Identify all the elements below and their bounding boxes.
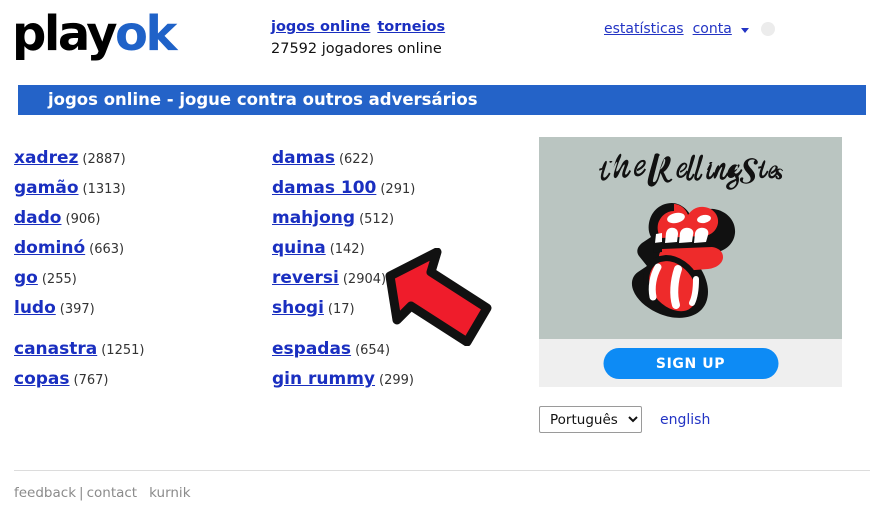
game-link-go[interactable]: go xyxy=(14,268,38,288)
game-link-canastra[interactable]: canastra xyxy=(14,339,97,359)
playok-logo[interactable]: playok xyxy=(12,10,177,58)
game-player-count: (512) xyxy=(359,212,395,227)
game-player-count: (2887) xyxy=(82,152,126,167)
game-list-column-1: xadrez (2887) gamão (1313) dado (906) domin… xyxy=(14,143,144,394)
game-player-count: (397) xyxy=(59,302,95,317)
footer-link-kurnik[interactable]: kurnik xyxy=(149,485,190,501)
game-player-count: (663) xyxy=(89,242,125,257)
logo-text-ok: ok xyxy=(115,6,177,62)
game-player-count: (654) xyxy=(355,343,391,358)
game-list-item[interactable]: quina (142) xyxy=(272,233,415,263)
nav-link-estatisticas[interactable]: estatísticas xyxy=(604,21,684,37)
game-list-item[interactable]: ludo (397) xyxy=(14,293,144,323)
players-online-count: 27592 jogadores online xyxy=(271,41,442,57)
avatar[interactable] xyxy=(760,22,775,36)
game-list-item[interactable]: mahjong (512) xyxy=(272,203,415,233)
game-link-domino[interactable]: dominó xyxy=(14,238,85,258)
ad-image xyxy=(539,137,842,339)
game-player-count: (1251) xyxy=(101,343,145,358)
game-list-item[interactable]: copas (767) xyxy=(14,364,144,394)
game-list-item[interactable]: canastra (1251) xyxy=(14,334,144,364)
rolling-stones-wordmark-icon xyxy=(598,153,783,190)
game-list-column-2: damas (622) damas 100 (291) mahjong (512) q… xyxy=(272,143,415,394)
game-player-count: (622) xyxy=(338,152,374,167)
account-nav: estatísticas conta xyxy=(604,21,775,37)
game-link-gamao[interactable]: gamão xyxy=(14,178,79,198)
footer-link-feedback[interactable]: feedback xyxy=(14,485,76,501)
nav-link-conta[interactable]: conta xyxy=(693,21,732,37)
game-list-item[interactable]: gamão (1313) xyxy=(14,173,144,203)
game-link-reversi[interactable]: reversi xyxy=(272,268,339,288)
nav-link-torneios[interactable]: torneios xyxy=(377,19,445,35)
game-player-count: (17) xyxy=(327,302,355,317)
game-list-item[interactable]: dominó (663) xyxy=(14,233,144,263)
game-link-damas[interactable]: damas xyxy=(272,148,335,168)
game-link-damas-100[interactable]: damas 100 xyxy=(272,178,376,198)
game-link-xadrez[interactable]: xadrez xyxy=(14,148,78,168)
footer-divider xyxy=(14,470,870,471)
game-player-count: (255) xyxy=(41,272,77,287)
game-link-gin-rummy[interactable]: gin rummy xyxy=(272,369,375,389)
game-list-item[interactable]: reversi (2904) xyxy=(272,263,415,293)
game-list-item[interactable]: gin rummy (299) xyxy=(272,364,415,394)
logo-text-play: play xyxy=(12,6,118,62)
game-player-count: (299) xyxy=(379,373,414,388)
game-link-copas[interactable]: copas xyxy=(14,369,70,389)
nav-link-jogos-online[interactable]: jogos online xyxy=(271,19,370,35)
game-player-count: (2904) xyxy=(342,272,387,287)
game-link-dado[interactable]: dado xyxy=(14,208,62,228)
language-selector-row: Português english xyxy=(539,406,710,433)
game-list-item[interactable]: go (255) xyxy=(14,263,144,293)
game-list-item[interactable]: shogi (17) xyxy=(272,293,415,323)
game-link-ludo[interactable]: ludo xyxy=(14,298,56,318)
game-list-item[interactable]: espadas (654) xyxy=(272,334,415,364)
game-link-shogi[interactable]: shogi xyxy=(272,298,324,318)
game-list-item[interactable]: damas (622) xyxy=(272,143,415,173)
language-select[interactable]: Português xyxy=(539,406,642,433)
page-header: playok jogos online torneios 27592 jogado… xyxy=(0,0,884,78)
footer-separator: | xyxy=(79,485,84,501)
rolling-stones-tongue-icon xyxy=(631,203,735,318)
game-player-count: (906) xyxy=(65,212,101,227)
game-player-count: (291) xyxy=(380,182,416,197)
game-list-item[interactable]: dado (906) xyxy=(14,203,144,233)
footer: feedback | contact kurnik xyxy=(14,485,191,501)
header-nav: jogos online torneios xyxy=(271,19,452,35)
game-list-item[interactable]: damas 100 (291) xyxy=(272,173,415,203)
chevron-down-icon[interactable] xyxy=(740,27,749,33)
game-link-quina[interactable]: quina xyxy=(272,238,326,258)
game-player-count: (142) xyxy=(329,242,365,257)
game-link-espadas[interactable]: espadas xyxy=(272,339,351,359)
footer-link-contact[interactable]: contact xyxy=(87,485,138,501)
advertisement-panel[interactable]: SIGN UP xyxy=(539,137,842,387)
game-player-count: (767) xyxy=(73,373,109,388)
language-link-english[interactable]: english xyxy=(660,412,710,428)
game-list-item[interactable]: xadrez (2887) xyxy=(14,143,144,173)
game-player-count: (1313) xyxy=(82,182,126,197)
signup-button[interactable]: SIGN UP xyxy=(603,348,778,379)
game-link-mahjong[interactable]: mahjong xyxy=(272,208,355,228)
page-title-banner: jogos online - jogue contra outros adver… xyxy=(18,85,866,115)
